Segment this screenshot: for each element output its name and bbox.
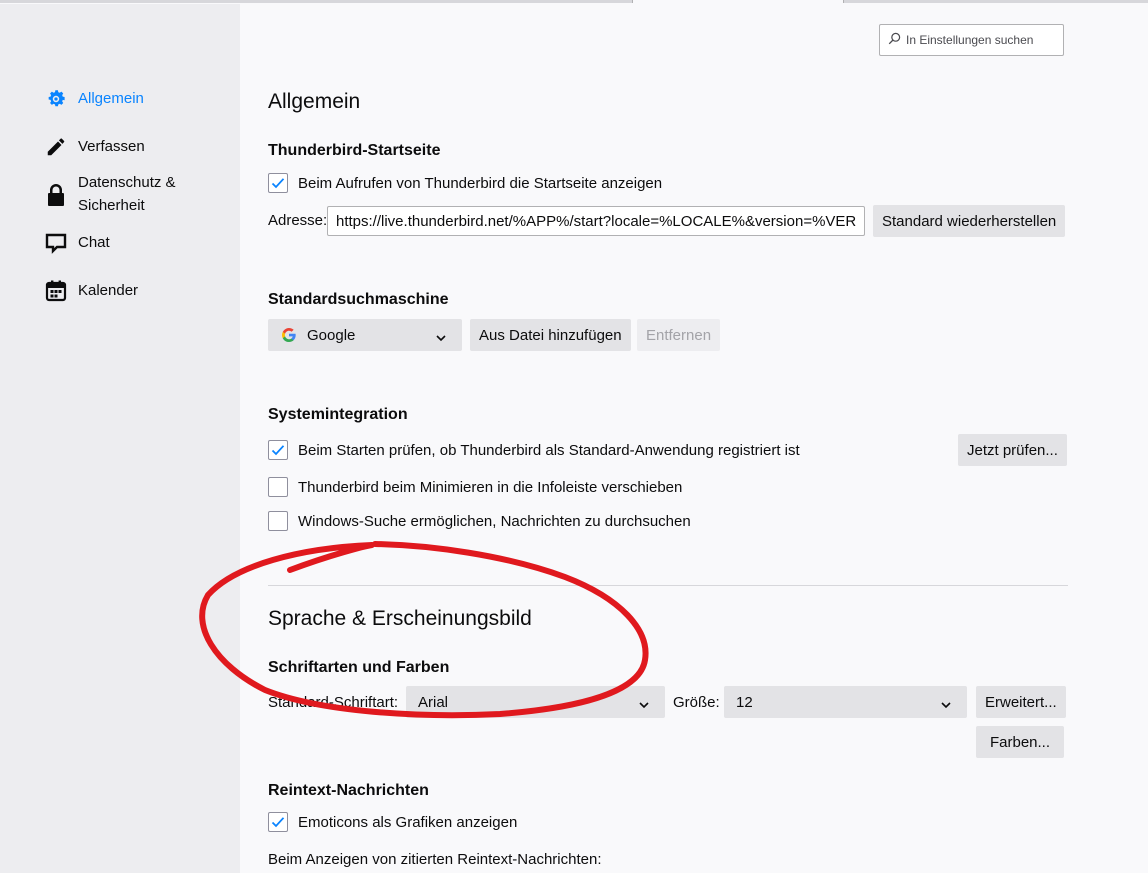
sidebar-item-chat[interactable]: Chat [44, 231, 110, 255]
advanced-fonts-button[interactable]: Erweitert... [976, 686, 1066, 718]
sidebar: Allgemein Verfassen Datenschutz & Sicher… [0, 4, 240, 873]
page-title: Allgemein [268, 90, 361, 113]
font-size-value: 12 [736, 693, 753, 711]
default-font-value: Arial [418, 693, 449, 711]
restore-default-button[interactable]: Standard wiederherstellen [873, 205, 1066, 237]
windows-search-label: Windows-Suche ermöglichen, Nachrichten z… [298, 512, 691, 530]
checkmark-icon [271, 178, 285, 189]
minimize-tray-label: Thunderbird beim Minimieren in die Infol… [298, 478, 683, 496]
calendar-icon [44, 279, 68, 303]
emoticons-label: Emoticons als Grafiken anzeigen [298, 813, 518, 831]
search-input[interactable] [906, 33, 1063, 47]
search-engine-heading: Standardsuchmaschine [268, 291, 449, 308]
chevron-down-icon [941, 696, 951, 713]
chevron-down-icon [436, 329, 446, 346]
windows-search-checkbox[interactable] [268, 511, 288, 531]
check-default-row: Beim Starten prüfen, ob Thunderbird als … [268, 440, 800, 460]
default-font-dropdown[interactable]: Arial [406, 686, 665, 718]
language-section-title: Sprache & Erscheinungsbild [268, 607, 532, 630]
add-from-file-button[interactable]: Aus Datei hinzufügen [470, 319, 631, 351]
minimize-tray-row: Thunderbird beim Minimieren in die Infol… [268, 477, 682, 497]
chevron-down-icon [639, 696, 649, 713]
font-size-dropdown[interactable]: 12 [724, 686, 967, 718]
search-engine-value: Google [307, 326, 356, 344]
search-field[interactable] [879, 24, 1064, 56]
check-default-label: Beim Starten prüfen, ob Thunderbird als … [298, 441, 800, 459]
sidebar-item-datenschutz[interactable]: Datenschutz & Sicherheit [44, 171, 208, 217]
preferences-content: Allgemein Thunderbird-Startseite Beim Au… [240, 0, 1148, 873]
minimize-tray-checkbox[interactable] [268, 477, 288, 497]
check-default-checkbox[interactable] [268, 440, 288, 460]
sidebar-item-label: Verfassen [78, 138, 145, 155]
sidebar-item-verfassen[interactable]: Verfassen [44, 135, 145, 159]
quoted-text-label: Beim Anzeigen von zitierten Reintext-Nac… [268, 851, 602, 868]
show-startpage-label: Beim Aufrufen von Thunderbird die Starts… [298, 174, 663, 192]
address-label: Adresse: [268, 212, 328, 229]
default-font-label: Standard-Schriftart: [268, 694, 399, 711]
startpage-row: Beim Aufrufen von Thunderbird die Starts… [268, 173, 662, 193]
emoticons-checkbox[interactable] [268, 812, 288, 832]
sidebar-item-kalender[interactable]: Kalender [44, 279, 138, 303]
checkmark-icon [271, 817, 285, 828]
sidebar-item-label: Datenschutz & Sicherheit [78, 174, 176, 214]
plaintext-heading: Reintext-Nachrichten [268, 782, 429, 799]
colors-button[interactable]: Farben... [976, 726, 1064, 758]
checkmark-icon [271, 445, 285, 456]
startpage-heading: Thunderbird-Startseite [268, 142, 441, 159]
font-size-label: Größe: [673, 694, 720, 711]
sidebar-item-label: Chat [78, 234, 110, 251]
sidebar-item-allgemein[interactable]: Allgemein [44, 87, 144, 111]
check-now-button[interactable]: Jetzt prüfen... [958, 434, 1067, 466]
fonts-colors-heading: Schriftarten und Farben [268, 659, 450, 676]
address-input[interactable] [327, 206, 865, 236]
search-engine-dropdown[interactable]: Google [268, 319, 462, 351]
section-divider [268, 585, 1068, 586]
search-icon [888, 32, 901, 49]
show-startpage-checkbox[interactable] [268, 173, 288, 193]
lock-icon [44, 183, 68, 207]
emoticons-row: Emoticons als Grafiken anzeigen [268, 812, 517, 832]
gear-icon [44, 87, 68, 111]
sidebar-item-label: Allgemein [78, 90, 144, 107]
chat-icon [44, 231, 68, 255]
pencil-icon [44, 135, 68, 159]
sidebar-item-label: Kalender [78, 282, 139, 299]
windows-search-row: Windows-Suche ermöglichen, Nachrichten z… [268, 511, 691, 531]
remove-engine-button[interactable]: Entfernen [637, 319, 721, 351]
google-icon [282, 328, 296, 342]
system-integration-heading: Systemintegration [268, 406, 408, 423]
